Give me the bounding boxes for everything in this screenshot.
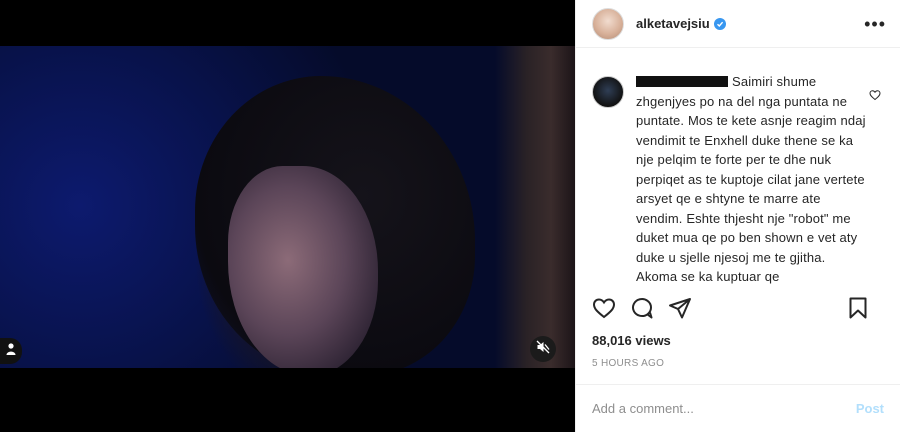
instagram-post: alketavejsiu ••• Saimiri shume zhgenjyes… [0,0,900,432]
video-letterbox [0,368,575,378]
comment-body: Saimiri shume zhgenjyes po na del nga pu… [636,72,866,284]
post-comment-button[interactable]: Post [856,401,884,416]
commenter-avatar[interactable] [592,76,624,108]
paper-plane-icon[interactable] [668,296,692,320]
comment-text: Saimiri shume zhgenjyes po na del nga pu… [636,74,866,284]
heart-outline-icon[interactable] [592,296,616,320]
comment-item: Saimiri shume zhgenjyes po na del nga pu… [592,72,885,284]
redacted-commenter-username[interactable] [636,76,728,87]
comments-list[interactable]: Saimiri shume zhgenjyes po na del nga pu… [576,72,900,284]
heart-outline-icon[interactable] [869,88,881,106]
more-options-icon[interactable]: ••• [864,15,886,33]
tagged-users-button[interactable] [0,338,22,364]
comment-input[interactable] [592,401,856,416]
bookmark-icon[interactable] [846,296,870,320]
person-icon [6,342,16,360]
author-avatar[interactable] [592,7,624,40]
media-pane [0,0,575,432]
video-player[interactable] [0,46,575,378]
post-header: alketavejsiu ••• [576,0,900,48]
speaker-muted-icon [536,340,550,359]
video-background-person [495,46,575,378]
post-timestamp[interactable]: 5 HOURS AGO [592,358,664,369]
author-username[interactable]: alketavejsiu [636,16,710,31]
comment-bubble-icon[interactable] [630,296,654,320]
view-count[interactable]: 88,016 views [592,333,671,348]
verified-badge-icon [713,17,726,30]
add-comment-bar: Post [576,384,900,432]
action-bar [592,296,884,320]
mute-toggle-button[interactable] [530,336,556,362]
post-details-panel: alketavejsiu ••• Saimiri shume zhgenjyes… [575,0,900,432]
